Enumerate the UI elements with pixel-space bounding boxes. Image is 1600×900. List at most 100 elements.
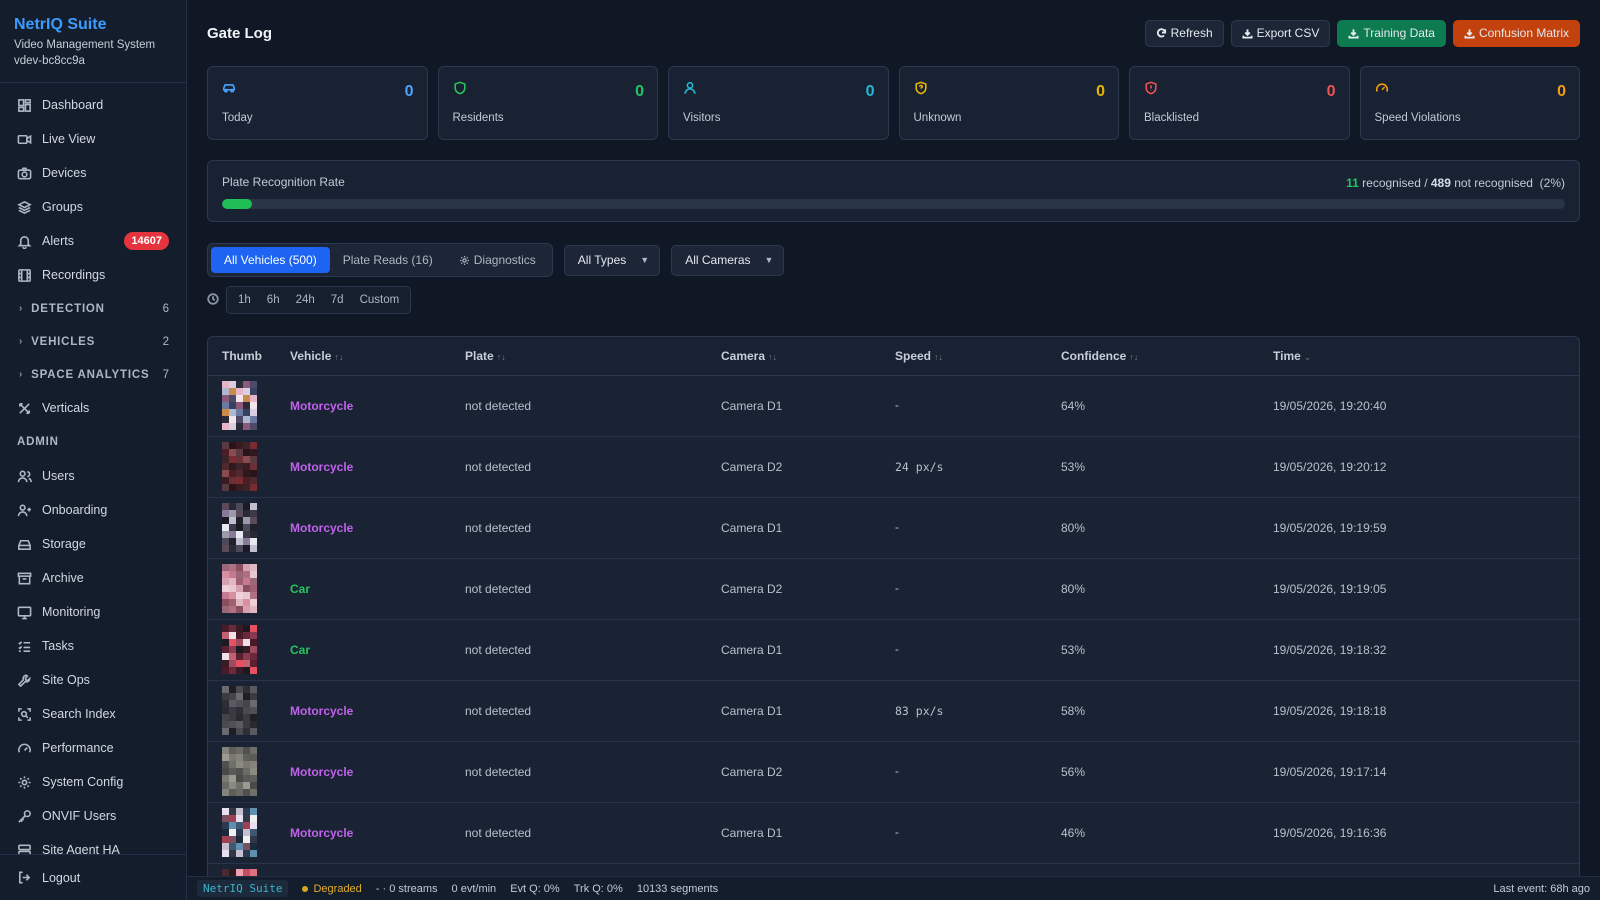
sidebar-section-vehicles[interactable]: › VEHICLES 2 — [0, 325, 186, 358]
status-last-event: Last event: 68h ago — [1493, 882, 1590, 895]
sidebar-item-users[interactable]: Users — [0, 459, 186, 493]
table-row[interactable]: Motorcycle not detected Camera D1-80% 19/05… — [208, 497, 1579, 559]
status-events-rate: 0 evt/min — [451, 882, 497, 895]
sidebar-item-monitoring[interactable]: Monitoring — [0, 595, 186, 629]
brand: NetrIQ Suite Video Management System vde… — [0, 0, 186, 83]
plate-cell: not detected — [451, 558, 707, 620]
column-header-confidence[interactable]: Confidence ↑↓ — [1047, 337, 1259, 376]
time-range-7d[interactable]: 7d — [323, 294, 352, 306]
tab-diagnostics[interactable]: Diagnostics — [446, 247, 549, 273]
stat-card-visitors: 0 Visitors — [668, 66, 889, 140]
sidebar-item-site-agent-ha[interactable]: Site Agent HA — [0, 833, 186, 854]
vehicle-thumbnail[interactable] — [222, 380, 257, 431]
stat-value: 0 — [1326, 83, 1336, 100]
sidebar-item-onvif-users[interactable]: ONVIF Users — [0, 799, 186, 833]
status-degraded[interactable]: Degraded — [302, 882, 362, 895]
plate-cell: not detected — [451, 436, 707, 498]
thumb-cell — [208, 558, 276, 620]
gear-icon — [18, 775, 31, 789]
time-range-1h[interactable]: 1h — [230, 294, 259, 306]
sidebar-item-groups[interactable]: Groups — [0, 190, 186, 224]
sidebar-nav: Dashboard Live View Devices Groups Alert… — [0, 88, 186, 854]
table-row[interactable]: Motorcycle not detected Camera D1-46% 19/05… — [208, 802, 1579, 864]
select-value: All Cameras — [685, 253, 751, 267]
sidebar-item-label: Monitoring — [42, 605, 101, 619]
plate-cell: not detected — [451, 497, 707, 559]
vehicle-thumbnail[interactable] — [222, 807, 257, 858]
sidebar-item-verticals[interactable]: Verticals — [0, 391, 186, 425]
table-row[interactable]: Motorcycle not detected Camera D2-56% 19/05… — [208, 741, 1579, 803]
table-header-row: Thumb Vehicle ↑↓ Plate ↑↓ Camera ↑↓ Speed ↑↓… — [208, 337, 1579, 376]
download-icon — [1464, 28, 1475, 39]
thumb-cell — [208, 802, 276, 864]
sidebar-item-devices[interactable]: Devices — [0, 156, 186, 190]
confidence-cell: 46% — [1047, 802, 1259, 864]
training-data-button[interactable]: Training Data — [1337, 19, 1446, 47]
time-range-6h[interactable]: 6h — [259, 294, 288, 306]
vehicle-thumbnail[interactable] — [222, 502, 257, 553]
logout-button[interactable]: Logout — [0, 854, 186, 900]
refresh-button[interactable]: Refresh — [1144, 19, 1224, 47]
tab-plate-reads[interactable]: Plate Reads (16) — [330, 247, 446, 273]
sidebar-section-space-analytics[interactable]: › SPACE ANALYTICS 7 — [0, 358, 186, 391]
brand-title[interactable]: NetrIQ Suite — [14, 16, 172, 34]
video-icon — [17, 134, 32, 144]
sidebar-item-alerts[interactable]: Alerts 14607 — [0, 224, 186, 258]
sidebar-item-label: Live View — [42, 132, 96, 146]
column-header-camera[interactable]: Camera ↑↓ — [707, 337, 881, 376]
logout-label: Logout — [42, 870, 81, 885]
sidebar-item-dashboard[interactable]: Dashboard — [0, 88, 186, 122]
table-row[interactable]: Motorcycle not detected Camera D1-64% 19/05… — [208, 375, 1579, 437]
time-cell: 19/05/2026, 19:19:05 — [1259, 558, 1579, 620]
table-row[interactable]: Motorcycle not detected Camera D1 83 px/s 58… — [208, 680, 1579, 742]
sidebar-item-storage[interactable]: Storage — [0, 527, 186, 561]
time-range-custom[interactable]: Custom — [352, 294, 408, 306]
time-range-24h[interactable]: 24h — [288, 294, 323, 306]
user-icon — [684, 81, 696, 94]
sidebar-item-performance[interactable]: Performance — [0, 731, 186, 765]
vehicle-thumbnail[interactable] — [222, 624, 257, 675]
thumb-cell — [208, 619, 276, 681]
tab-all-vehicles[interactable]: All Vehicles (500) — [211, 247, 330, 273]
sidebar-item-recordings[interactable]: Recordings — [0, 258, 186, 292]
sidebar-item-site-ops[interactable]: Site Ops — [0, 663, 186, 697]
confusion-matrix-button[interactable]: Confusion Matrix — [1452, 19, 1580, 47]
vehicle-thumbnail[interactable] — [222, 563, 257, 614]
clock-icon — [207, 292, 219, 308]
speed-cell: - — [881, 497, 1047, 559]
column-header-time[interactable]: Time ⌄ — [1259, 337, 1579, 376]
sidebar-item-onboarding[interactable]: Onboarding — [0, 493, 186, 527]
status-text: Degraded — [313, 882, 362, 895]
time-cell: 19/05/2026, 19:20:40 — [1259, 375, 1579, 437]
sidebar-item-label: Site Agent HA — [42, 843, 120, 854]
vehicle-thumbnail[interactable] — [222, 685, 257, 736]
sidebar-item-label: Performance — [42, 741, 114, 755]
stat-card-today: 0 Today — [207, 66, 428, 140]
column-label: Speed — [895, 348, 932, 363]
table-row[interactable]: Car not detected Camera D1-53% 19/05/2026, … — [208, 619, 1579, 681]
thumb-cell — [208, 436, 276, 498]
column-header-plate[interactable]: Plate ↑↓ — [451, 337, 707, 376]
sidebar-section-detection[interactable]: › DETECTION 6 — [0, 292, 186, 325]
camera-cell: Camera D2 — [707, 436, 881, 498]
sidebar-item-system-config[interactable]: System Config — [0, 765, 186, 799]
sidebar-item-label: Alerts — [42, 234, 74, 248]
table-row[interactable]: Motorcycle not detected Camera D2 24 px/s 53… — [208, 436, 1579, 498]
time-range-bar: 1h 6h 24h 7d Custom — [207, 286, 1580, 314]
column-header-speed[interactable]: Speed ↑↓ — [881, 337, 1047, 376]
vehicle-type-select[interactable]: All Types ▼ — [563, 244, 661, 276]
table-row[interactable]: Car not detected Camera D2-80% 19/05/2026, … — [208, 558, 1579, 620]
sidebar-item-archive[interactable]: Archive — [0, 561, 186, 595]
stat-label: Speed Violations — [1374, 112, 1461, 124]
sidebar-item-tasks[interactable]: Tasks — [0, 629, 186, 663]
camera-cell: Camera D1 — [707, 619, 881, 681]
sidebar-item-live-view[interactable]: Live View — [0, 122, 186, 156]
sidebar-item-search-index[interactable]: Search Index — [0, 697, 186, 731]
camera-select[interactable]: All Cameras ▼ — [671, 244, 785, 276]
column-header-vehicle[interactable]: Vehicle ↑↓ — [276, 337, 451, 376]
export-csv-button[interactable]: Export CSV — [1230, 19, 1331, 47]
download-icon — [1348, 28, 1359, 39]
vehicle-type-cell: Motorcycle — [276, 680, 451, 742]
vehicle-thumbnail[interactable] — [222, 746, 257, 797]
vehicle-thumbnail[interactable] — [222, 441, 257, 492]
